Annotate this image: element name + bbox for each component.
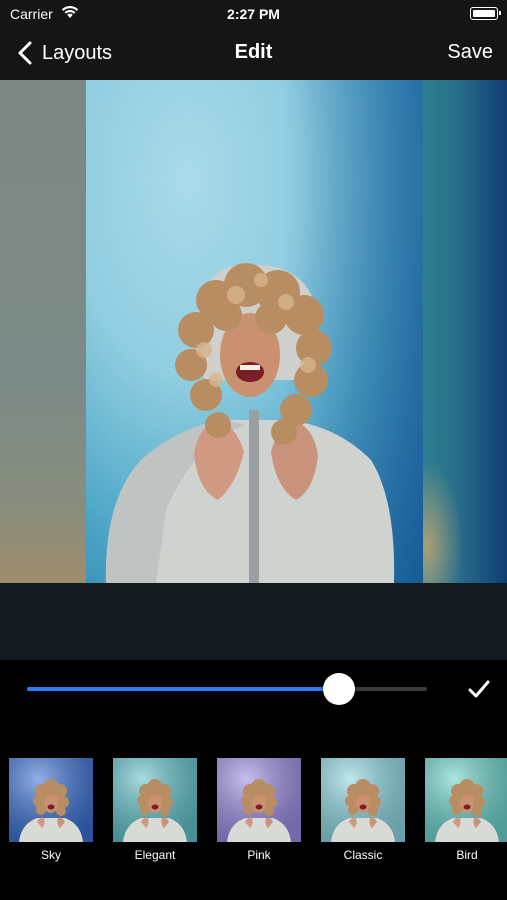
intensity-slider[interactable] xyxy=(27,673,427,705)
portrait-figure xyxy=(105,263,395,583)
canvas-footer-area xyxy=(0,583,507,660)
adjustment-toolbar xyxy=(0,660,507,720)
filter-pink[interactable]: Pink xyxy=(217,758,301,862)
edited-photo[interactable] xyxy=(86,80,423,583)
filter-label: Pink xyxy=(247,848,271,862)
filter-label: Sky xyxy=(40,848,61,862)
photo-canvas[interactable] xyxy=(0,80,507,583)
filter-label: Bird xyxy=(456,848,478,862)
filter-label: Classic xyxy=(343,848,383,862)
checkmark-icon[interactable] xyxy=(466,676,492,702)
filter-elegant[interactable]: Elegant xyxy=(113,758,197,862)
navigation-bar: Layouts Edit Save xyxy=(0,28,507,80)
slider-fill xyxy=(27,687,339,691)
filter-thumbnail xyxy=(217,758,301,842)
filter-thumbnail xyxy=(9,758,93,842)
status-time: 2:27 PM xyxy=(227,6,280,22)
filter-label: Elegant xyxy=(134,848,176,862)
filter-strip: Sky Elegant Pink Classic Bird xyxy=(0,720,507,900)
filter-thumbnail xyxy=(425,758,507,842)
slider-thumb[interactable] xyxy=(323,673,355,705)
filter-classic[interactable]: Classic xyxy=(321,758,405,862)
save-button[interactable]: Save xyxy=(447,41,493,64)
filter-sky[interactable]: Sky xyxy=(9,758,93,862)
filter-thumbnail xyxy=(113,758,197,842)
blurred-background-left xyxy=(0,80,86,583)
page-title: Edit xyxy=(234,41,273,63)
filter-thumbnail xyxy=(321,758,405,842)
battery-icon xyxy=(470,7,501,20)
status-bar: Carrier 2:27 PM xyxy=(0,0,507,28)
filter-bird[interactable]: Bird xyxy=(425,758,507,862)
